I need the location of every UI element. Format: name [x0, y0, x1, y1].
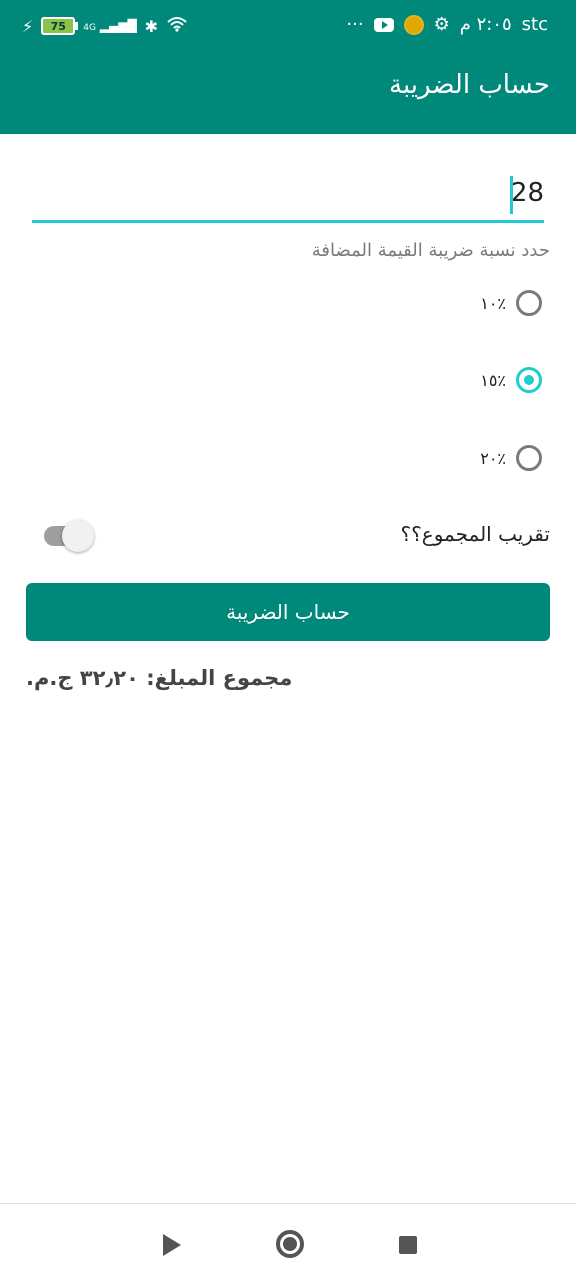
rate-option-15[interactable]: ٪١٥ — [480, 367, 542, 393]
vat-hint: حدد نسبة ضريبة القيمة المضافة — [311, 240, 550, 261]
radio-button-15[interactable] — [516, 367, 542, 393]
back-icon[interactable] — [163, 1234, 181, 1256]
rate-label-15: ٪١٥ — [480, 370, 506, 390]
status-left: ⚡ 75 4G ▂▄▆█ ✱ — [22, 16, 188, 36]
radio-button-20[interactable] — [516, 445, 542, 471]
switch-thumb — [62, 520, 94, 552]
round-switch[interactable] — [42, 518, 96, 554]
battery-level: 75 — [50, 19, 66, 33]
status-time: ٢:٠٥ م — [459, 14, 512, 35]
app-icon — [403, 14, 424, 35]
status-bar: ⚡ 75 4G ▂▄▆█ ✱ ··· ⚙ ٢:٠٥ م stc — [0, 0, 576, 56]
rate-label-20: ٪٢٠ — [480, 448, 506, 468]
carrier-name: stc — [521, 14, 548, 35]
battery-icon: 75 — [41, 17, 79, 35]
navigation-bar — [0, 1203, 576, 1281]
status-right: ··· ⚙ ٢:٠٥ م stc — [346, 14, 548, 35]
amount-input[interactable]: 28 — [32, 178, 544, 218]
round-label: تقريب المجموع؟؟ — [400, 522, 550, 546]
rate-option-20[interactable]: ٪٢٠ — [480, 445, 542, 471]
more-icon: ··· — [346, 14, 364, 35]
rate-option-10[interactable]: ٪١٠ — [480, 290, 542, 316]
result-text: مجموع المبلغ: ٣٢٫٢٠ ج.م. — [26, 666, 293, 690]
home-icon[interactable] — [276, 1230, 304, 1258]
signal-icon: 4G ▂▄▆█ — [83, 18, 137, 33]
bluetooth-icon: ✱ — [144, 16, 159, 36]
rate-label-10: ٪١٠ — [480, 293, 506, 313]
toolbar-title: حساب الضريبة — [389, 70, 550, 100]
charging-icon: ⚡ — [22, 16, 34, 36]
recents-icon[interactable] — [399, 1236, 417, 1254]
text-caret — [510, 176, 513, 214]
radio-button-10[interactable] — [516, 290, 542, 316]
app-toolbar: حساب الضريبة — [0, 56, 576, 134]
settings-icon: ⚙ — [433, 14, 450, 35]
calculate-button[interactable]: حساب الضريبة — [26, 583, 550, 641]
network-type: 4G — [83, 22, 96, 33]
input-underline — [32, 220, 544, 223]
wifi-icon — [166, 16, 188, 36]
youtube-icon — [373, 17, 394, 32]
